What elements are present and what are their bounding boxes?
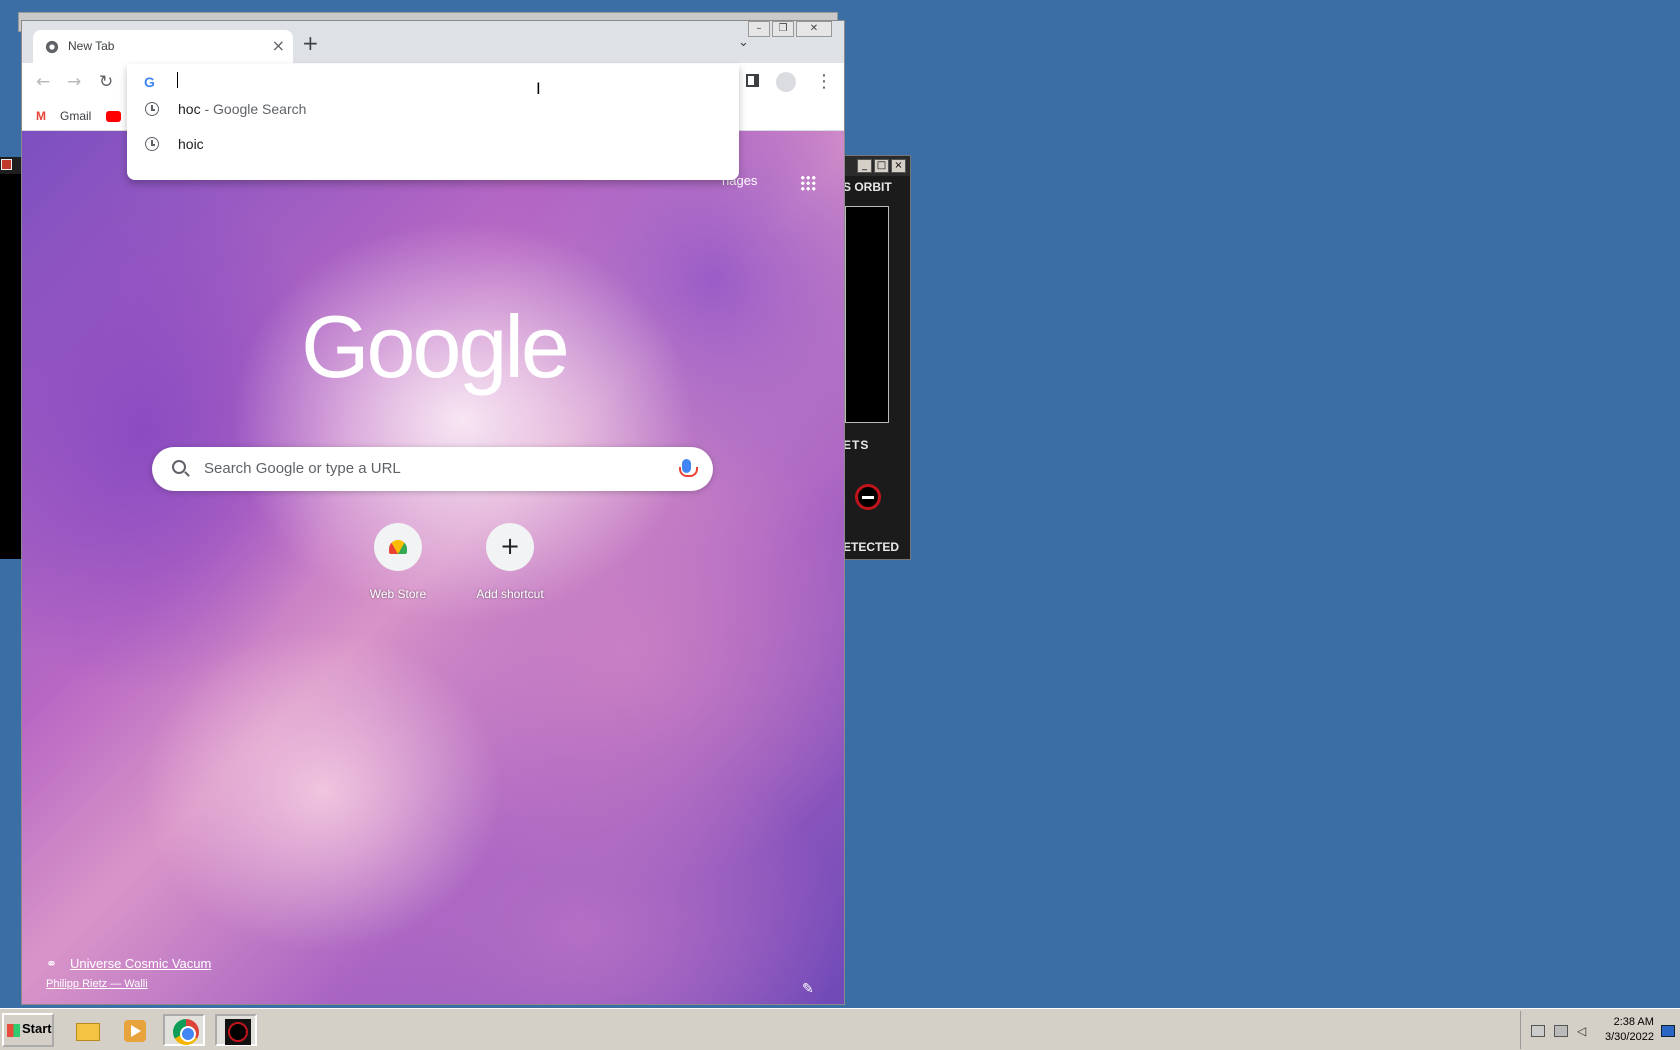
action-center-icon[interactable] bbox=[1531, 1025, 1545, 1037]
volume-icon[interactable]: ◁ bbox=[1577, 1025, 1591, 1037]
history-clock-icon bbox=[145, 137, 159, 151]
attribution-title-link[interactable]: ⚭ Universe Cosmic Vacum bbox=[46, 956, 211, 971]
windows-flag-icon bbox=[7, 1024, 20, 1037]
hoic-targets-label: ETS bbox=[843, 438, 870, 452]
shortcut-label: Web Store bbox=[369, 587, 427, 601]
hoic-window: _ □ × S ORBIT ETS ETECTED bbox=[838, 155, 911, 560]
reload-button[interactable]: ↻ bbox=[99, 73, 113, 91]
side-panel-icon[interactable] bbox=[746, 74, 759, 87]
clock-time: 2:38 AM bbox=[1613, 1016, 1654, 1028]
suggestion-row[interactable]: hoic bbox=[127, 128, 739, 162]
voice-search-mic-icon[interactable] bbox=[679, 459, 698, 477]
google-g-icon: G bbox=[144, 74, 155, 90]
attribution-title: Universe Cosmic Vacum bbox=[70, 956, 212, 971]
search-placeholder: Search Google or type a URL bbox=[204, 460, 401, 477]
hoic-status-label: ETECTED bbox=[843, 540, 900, 554]
hoic-orbit-label: S ORBIT bbox=[843, 180, 892, 194]
chrome-favicon-icon bbox=[45, 40, 59, 54]
tab-title: New Tab bbox=[68, 39, 115, 53]
media-player-icon bbox=[124, 1020, 146, 1042]
taskbar-chrome[interactable] bbox=[163, 1014, 205, 1046]
omnibox-input[interactable] bbox=[175, 70, 595, 92]
network-icon[interactable] bbox=[1554, 1025, 1568, 1037]
plus-icon: + bbox=[499, 532, 521, 560]
customize-pencil-icon[interactable]: ✎ bbox=[802, 981, 814, 997]
hoic-icon bbox=[225, 1019, 251, 1045]
taskbar-media-player[interactable] bbox=[113, 1014, 155, 1046]
tab-search-chevron-icon[interactable]: ⌄ bbox=[738, 35, 749, 50]
taskbar-hoic[interactable] bbox=[215, 1014, 257, 1046]
apps-grid-icon[interactable] bbox=[800, 175, 816, 191]
close-icon[interactable]: ✕ bbox=[796, 21, 832, 37]
suggestion-suffix: - Google Search bbox=[200, 101, 307, 117]
suggestion-row[interactable]: hoc - Google Search bbox=[127, 93, 739, 127]
taskbar-folder[interactable] bbox=[66, 1014, 108, 1046]
menu-icon[interactable]: ⋮ bbox=[815, 73, 833, 91]
taskbar: Start ◁ 2:38 AM 3/30/2022 bbox=[0, 1008, 1680, 1050]
hoic-fire-button[interactable] bbox=[855, 484, 881, 510]
restore-icon[interactable]: ❐ bbox=[772, 21, 794, 37]
shortcut-add[interactable]: + Add shortcut bbox=[454, 523, 566, 601]
bookmark-gmail[interactable]: Gmail bbox=[60, 109, 91, 123]
close-icon[interactable] bbox=[1, 159, 12, 170]
link-icon: ⚭ bbox=[46, 956, 57, 971]
tab-new-tab[interactable]: New Tab × bbox=[33, 30, 293, 63]
gmail-icon: M bbox=[36, 109, 46, 123]
system-tray: ◁ 2:38 AM 3/30/2022 bbox=[1520, 1011, 1680, 1049]
close-icon[interactable]: × bbox=[891, 159, 906, 173]
shortcut-web-store[interactable]: Web Store bbox=[342, 523, 454, 601]
youtube-icon[interactable] bbox=[106, 111, 121, 122]
new-tab-page: nages Google Search Google or type a URL… bbox=[22, 131, 844, 1004]
hoic-target-list[interactable] bbox=[845, 206, 889, 423]
chrome-window: New Tab × + ⌄ – ❐ ✕ ← → ↻ ⋮ M Gmail nage… bbox=[21, 20, 845, 1005]
folder-icon bbox=[76, 1023, 100, 1041]
omnibox-dropdown: G hoc - Google Search hoic bbox=[127, 64, 739, 180]
ibeam-cursor-icon: I bbox=[536, 79, 541, 98]
clock-date: 3/30/2022 bbox=[1605, 1031, 1654, 1043]
suggestion-query: hoc bbox=[178, 101, 201, 117]
search-icon bbox=[172, 460, 186, 474]
start-button[interactable]: Start bbox=[2, 1013, 54, 1047]
maximize-icon[interactable]: □ bbox=[874, 159, 889, 173]
suggestion-query: hoic bbox=[178, 136, 204, 152]
web-store-icon bbox=[389, 540, 407, 554]
clock[interactable]: 2:38 AM 3/30/2022 bbox=[1605, 1015, 1654, 1045]
forward-button[interactable]: → bbox=[67, 73, 81, 91]
chrome-icon bbox=[173, 1019, 199, 1045]
show-desktop-icon[interactable] bbox=[1661, 1025, 1675, 1037]
attribution-author-link[interactable]: Philipp Rietz — Walli bbox=[46, 978, 211, 990]
shortcut-label: Add shortcut bbox=[476, 587, 544, 601]
tab-close-icon[interactable]: × bbox=[272, 37, 285, 55]
new-tab-button[interactable]: + bbox=[302, 33, 319, 53]
history-clock-icon bbox=[145, 102, 159, 116]
back-button[interactable]: ← bbox=[36, 73, 50, 91]
ntp-search-box[interactable]: Search Google or type a URL bbox=[152, 447, 713, 491]
tab-strip: New Tab × + ⌄ – ❐ ✕ bbox=[22, 21, 844, 63]
background-attribution: ⚭ Universe Cosmic Vacum Philipp Rietz — … bbox=[46, 956, 211, 990]
minimize-icon[interactable]: _ bbox=[857, 159, 872, 173]
profile-avatar-icon[interactable] bbox=[776, 72, 796, 92]
start-label: Start bbox=[22, 1021, 52, 1036]
google-logo: Google bbox=[301, 297, 570, 396]
hoic-titlebar: _ □ × bbox=[839, 156, 910, 176]
text-caret bbox=[177, 72, 178, 88]
minimize-icon[interactable]: – bbox=[748, 21, 770, 37]
